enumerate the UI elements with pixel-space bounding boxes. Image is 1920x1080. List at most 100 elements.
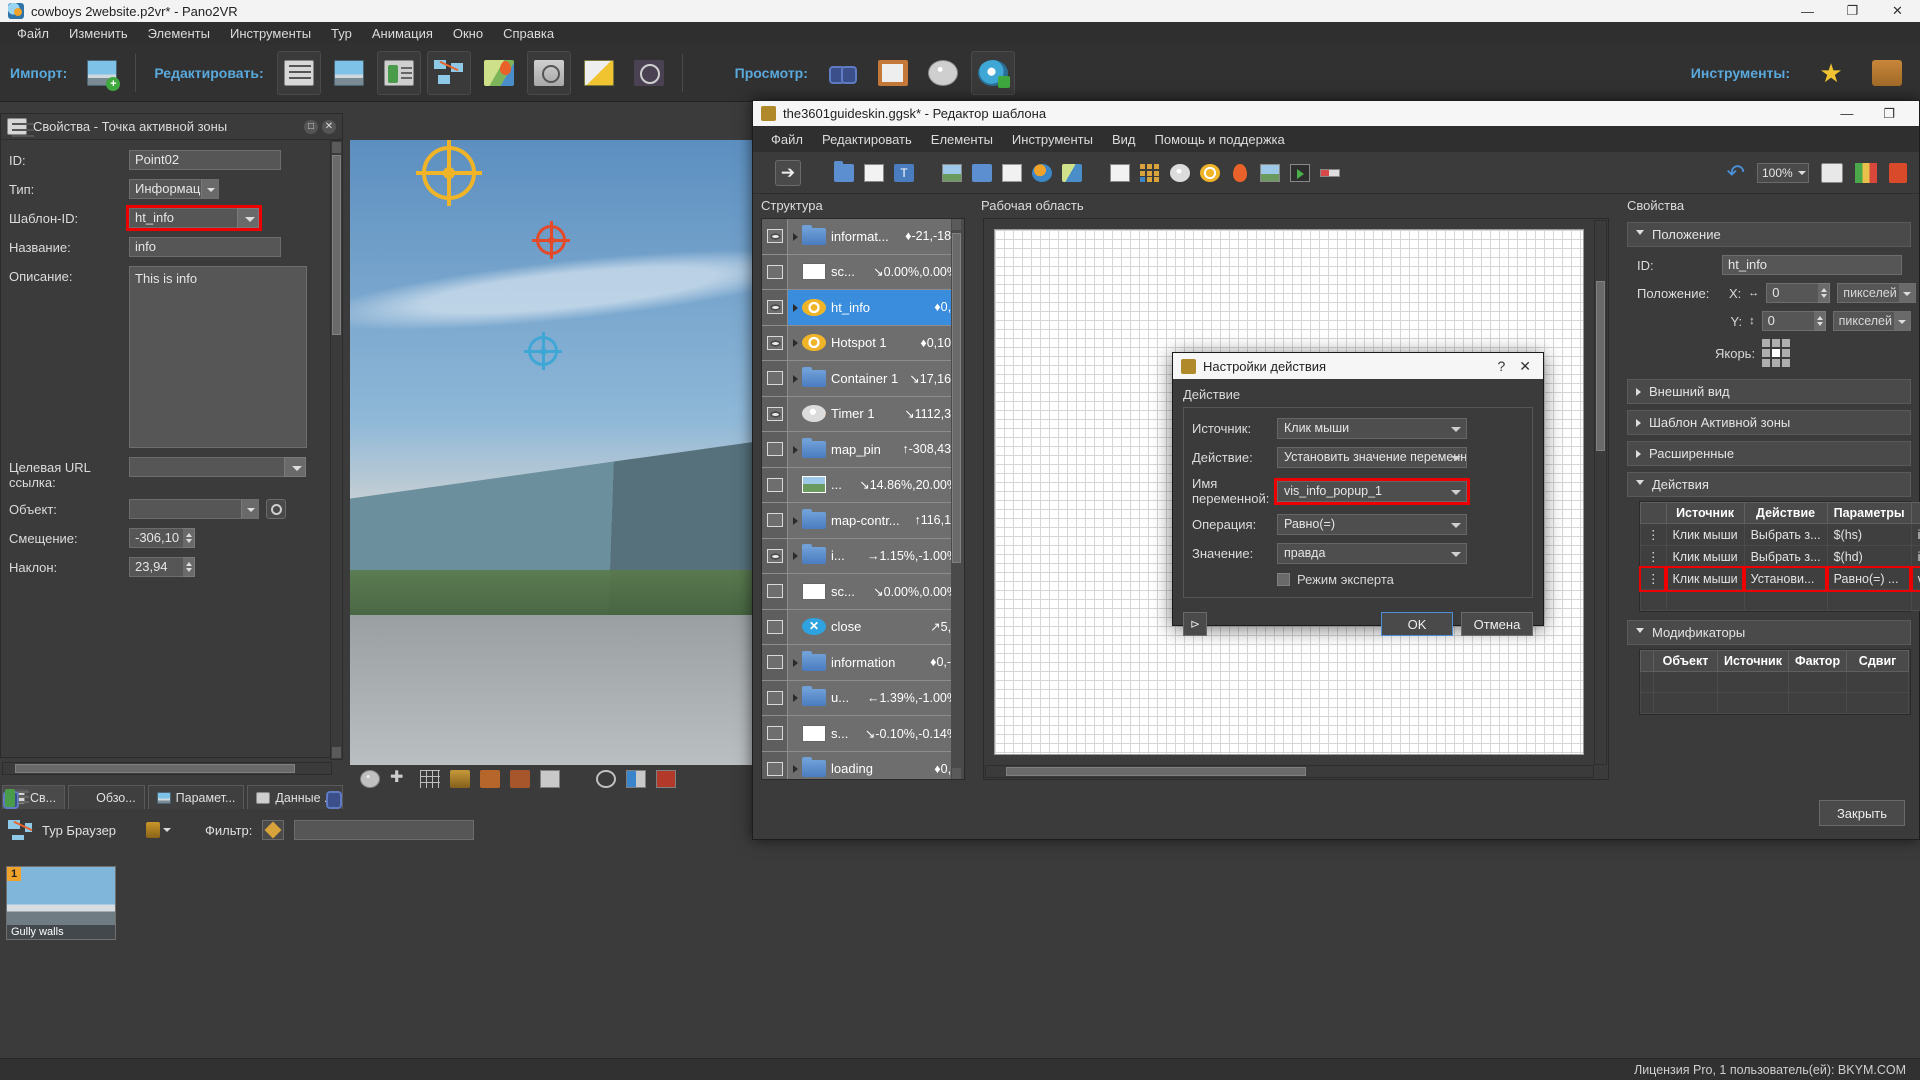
clipboard-button[interactable] [871, 51, 915, 95]
dialog-cancel-button[interactable]: Отмена [1461, 612, 1533, 636]
table-row-empty[interactable] [1640, 671, 1910, 693]
dialog-operation-select[interactable]: Равно(=) [1277, 514, 1467, 535]
row-drag-handle[interactable]: ⋮ [1640, 523, 1667, 546]
skin-editor-button[interactable] [526, 50, 571, 95]
tree-row[interactable]: map_pin ↑-308,439 [762, 432, 964, 468]
close-button[interactable]: ✕ [1875, 0, 1920, 22]
dialog-expert-mode-checkbox[interactable]: Режим эксперта [1277, 572, 1524, 587]
add-map-button[interactable] [1059, 160, 1085, 186]
mask-tool-icon[interactable] [510, 770, 530, 788]
visibility-checkbox[interactable] [762, 574, 788, 609]
canvas-hscrollbar[interactable] [985, 765, 1594, 778]
tmpl-menu-help[interactable]: Помощь и поддержка [1147, 129, 1293, 150]
table-column-header[interactable]: Параметры [1826, 502, 1912, 524]
target-tool-icon[interactable] [596, 770, 616, 788]
tree-row[interactable]: i... →1.15%,-1.00% [762, 538, 964, 574]
visibility-checkbox[interactable] [762, 467, 788, 502]
select-arrow-button[interactable]: ➔ [775, 159, 801, 186]
expand-triangle-icon[interactable] [788, 513, 802, 528]
add-map-pin-button[interactable] [1227, 160, 1253, 186]
inspect-icon[interactable] [1821, 162, 1843, 183]
actions-section-header[interactable]: Действия [1627, 472, 1911, 497]
template-id-input[interactable]: ht_info [129, 208, 237, 228]
color-palette-icon[interactable] [1855, 162, 1877, 183]
add-folder-button[interactable] [831, 160, 857, 186]
tree-row[interactable]: ht_info ♦0,0 [762, 290, 964, 326]
tilt-input[interactable]: 23,94 [129, 557, 183, 577]
prop-y-spin[interactable] [1813, 311, 1826, 331]
anchor-cell[interactable] [1772, 339, 1781, 347]
visibility-checkbox[interactable] [762, 503, 788, 538]
visibility-checkbox[interactable] [762, 716, 788, 751]
grid-tool-icon[interactable] [420, 770, 440, 788]
measure-tool-icon[interactable] [450, 770, 470, 788]
tree-row[interactable]: sc... ↘0.00%,0.00% [762, 574, 964, 610]
anchor-cell-selected[interactable] [1772, 349, 1781, 357]
settings-icon[interactable] [1889, 162, 1907, 183]
visibility-checkbox[interactable] [762, 645, 788, 680]
add-globe-button[interactable] [1029, 160, 1055, 186]
table-column-header[interactable]: Действие [1743, 502, 1828, 524]
menu-elements[interactable]: Элементы [139, 23, 219, 44]
visibility-eye-toggle[interactable] [762, 538, 788, 573]
visibility-checkbox[interactable] [762, 751, 788, 779]
scroll-down-arrow[interactable] [952, 768, 961, 779]
menu-edit[interactable]: Изменить [60, 23, 137, 44]
visibility-eye-toggle[interactable] [762, 396, 788, 431]
visibility-checkbox[interactable] [762, 609, 788, 644]
advanced-section-header[interactable]: Расширенные [1627, 441, 1911, 466]
filter-input[interactable] [294, 820, 475, 840]
modifiers-table[interactable]: Объект Источник Фактор Сдвиг [1640, 650, 1910, 714]
panorama-patch-button[interactable] [327, 51, 371, 95]
tree-row[interactable]: s... ↘-0.10%,-0.14% [762, 716, 964, 752]
tree-row[interactable]: map-contr... ↑116,18 [762, 503, 964, 539]
hotspot-target-red[interactable] [532, 221, 570, 259]
tree-vscrollbar[interactable] [951, 219, 964, 779]
scroll-thumb[interactable] [1596, 281, 1605, 451]
prop-x-input[interactable]: 0 [1766, 283, 1819, 303]
url-dropdown-button[interactable] [284, 457, 306, 477]
scroll-down-arrow[interactable] [332, 747, 341, 758]
tmpl-menu-edit[interactable]: Редактировать [814, 129, 920, 150]
tmpl-menu-tools[interactable]: Инструменты [1004, 129, 1101, 150]
crop-tool-icon[interactable] [540, 770, 560, 788]
pan-stepper[interactable]: -306,10 [129, 528, 195, 548]
hscroll-thumb[interactable] [1006, 767, 1306, 776]
canvas-vscrollbar[interactable] [1594, 220, 1607, 765]
undo-icon[interactable]: ↶ [1727, 161, 1745, 184]
dialog-share-button[interactable]: ⊳ [1183, 612, 1207, 636]
expand-triangle-icon[interactable] [788, 442, 802, 457]
tree-row[interactable]: Container 1 ↘17,161 [762, 361, 964, 397]
anchor-cell[interactable] [1782, 359, 1791, 367]
hand-tool-button[interactable] [1865, 51, 1909, 95]
dialog-close-button[interactable]: ✕ [1519, 358, 1531, 375]
visibility-checkbox[interactable] [762, 254, 788, 289]
pan-spin-buttons[interactable] [183, 528, 195, 548]
add-grid-button[interactable] [1137, 160, 1163, 186]
add-image-button[interactable] [939, 160, 965, 186]
add-scrollbar-button[interactable] [1317, 160, 1343, 186]
patch-tool-icon[interactable] [480, 770, 500, 788]
compass-tool-icon[interactable] [360, 770, 380, 788]
expand-triangle-icon[interactable] [788, 655, 802, 670]
tilt-stepper[interactable]: 23,94 [129, 557, 195, 577]
visibility-checkbox[interactable] [762, 680, 788, 715]
expand-triangle-icon[interactable] [788, 761, 802, 776]
dialog-value-select[interactable]: правда [1277, 543, 1467, 564]
dialog-variable-select[interactable]: vis_info_popup_1 [1274, 477, 1470, 505]
tmpl-menu-view[interactable]: Вид [1104, 129, 1144, 150]
add-button-button[interactable] [969, 160, 995, 186]
table-column-header[interactable]: Объект [1653, 650, 1718, 672]
menu-tools[interactable]: Инструменты [221, 23, 320, 44]
expand-triangle-icon[interactable] [788, 300, 802, 315]
add-svg-button[interactable] [999, 160, 1025, 186]
anchor-picker[interactable] [1762, 339, 1791, 367]
color-tool-icon[interactable] [656, 770, 676, 788]
position-section-header[interactable]: Положение [1627, 222, 1911, 247]
dialog-ok-button[interactable]: OK [1381, 612, 1453, 636]
prop-x-unit-select[interactable]: пикселей [1837, 283, 1916, 303]
table-row-empty[interactable] [1640, 589, 1920, 611]
dialog-source-select[interactable]: Клик мыши [1277, 418, 1467, 439]
prop-y-input[interactable]: 0 [1761, 311, 1814, 331]
visibility-eye-toggle[interactable] [762, 325, 788, 360]
